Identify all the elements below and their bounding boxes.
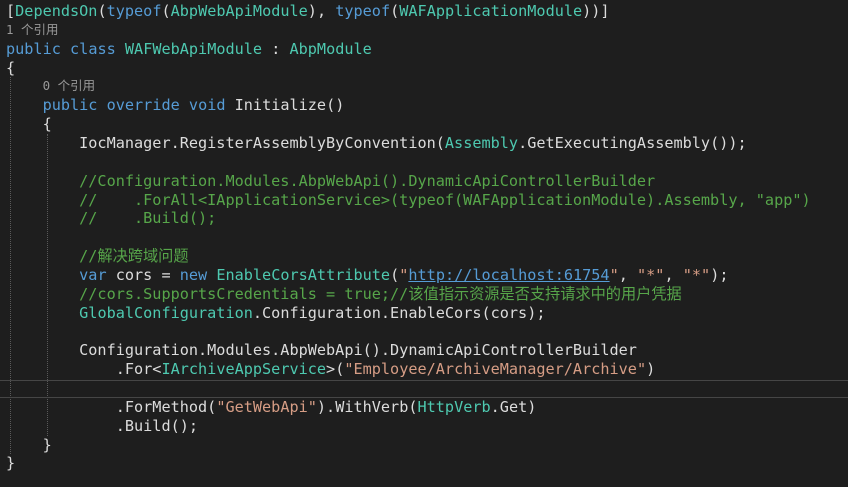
code-token-plain: .Build();: [6, 416, 199, 435]
code-token-type: HttpVerb: [417, 397, 491, 416]
code-token-plain: .For<: [6, 360, 162, 379]
code-line[interactable]: var cors = new EnableCorsAttribute( "http…: [6, 266, 728, 285]
code-line[interactable]: public override void Initialize(): [6, 96, 345, 115]
code-token-string: "GetWebApi": [216, 397, 317, 416]
code-token-plain: {: [6, 58, 16, 77]
code-token-keyword: typeof: [106, 2, 162, 20]
code-line[interactable]: }: [6, 454, 15, 473]
code-token-plain: (: [390, 2, 400, 20]
code-token-link[interactable]: http://localhost:61754: [408, 266, 609, 284]
code-token-type: EnableCorsAttribute: [216, 265, 391, 284]
code-token-type: WAFWebApiModule: [124, 39, 263, 58]
code-token-type: Assembly: [444, 133, 519, 152]
current-line-highlight: [0, 380, 848, 398]
code-token-plain: {: [6, 115, 52, 134]
code-line[interactable]: [DependsOn(typeof(AbpWebApiModule), type…: [6, 2, 610, 21]
code-line[interactable]: Configuration.Modules.AbpWebApi().Dynami…: [6, 341, 637, 360]
code-token-plain: ,: [618, 265, 638, 284]
code-token-plain: cors =: [106, 265, 180, 284]
code-token-comment: //cors.SupportsCredentials = true;//该值指示…: [6, 284, 682, 303]
code-token-plain: (: [390, 265, 400, 284]
code-line[interactable]: {: [6, 59, 15, 78]
code-token-string: "*": [637, 265, 665, 284]
code-token-plain: ),: [307, 2, 336, 20]
code-token-keyword: new: [179, 265, 208, 284]
code-token-comment: // .Build();: [6, 209, 217, 228]
code-line[interactable]: IocManager.RegisterAssemblyByConvention(…: [6, 134, 747, 153]
code-line[interactable]: GlobalConfiguration.Configuration.Enable…: [6, 303, 546, 323]
code-token-plain: IocManager.RegisterAssemblyByConvention(: [6, 133, 445, 152]
code-token-type: AbpWebApiModule: [170, 2, 308, 20]
codelens-reference-count[interactable]: 0 个引用: [43, 77, 96, 96]
code-token-type: AbpModule: [289, 39, 372, 58]
code-token-plain: ))]: [582, 2, 610, 20]
code-token-comment: //解决跨域问题: [6, 247, 189, 266]
code-token-string: "*": [682, 265, 711, 284]
code-token-type: DependsOn: [15, 2, 98, 20]
code-line[interactable]: .Build();: [6, 417, 198, 436]
code-token-keyword: override: [106, 96, 180, 115]
code-token-keyword: public: [6, 39, 61, 58]
code-token-plain: );: [710, 265, 729, 284]
code-line[interactable]: .ForMethod("GetWebApi").WithVerb(HttpVer…: [6, 397, 537, 417]
code-line[interactable]: // .ForAll<IApplicationService>(typeof(W…: [6, 191, 811, 210]
code-token-string: "Employee/ArchiveManager/Archive": [344, 360, 647, 379]
code-line[interactable]: public class WAFWebApiModule : AbpModule: [6, 40, 372, 59]
code-token-plain: .GetExecutingAssembly());: [518, 133, 747, 152]
code-editor[interactable]: [DependsOn(typeof(AbpWebApiModule), type…: [0, 0, 848, 487]
code-token-keyword: typeof: [335, 2, 391, 20]
code-token-keyword: public: [42, 96, 98, 115]
code-line[interactable]: //解决跨域问题: [6, 247, 189, 266]
code-token-plain: }: [6, 435, 52, 454]
code-token-plain: Initialize(): [225, 96, 345, 115]
code-line[interactable]: // .Build();: [6, 209, 216, 228]
code-token-comment: // .ForAll<IApplicationService>(typeof(W…: [6, 190, 811, 209]
code-token-plain: .Get): [490, 397, 537, 416]
code-token-plain: ).WithVerb(: [316, 397, 418, 416]
code-line[interactable]: }: [6, 436, 52, 455]
code-token-plain: (: [161, 2, 171, 20]
code-line[interactable]: {: [6, 115, 52, 134]
code-token-plain: }: [6, 454, 16, 473]
code-token-comment: //Configuration.Modules.AbpWebApi().Dyna…: [6, 171, 656, 190]
code-token-plain: ,: [664, 265, 683, 284]
code-line[interactable]: .For<IArchiveAppService>("Employee/Archi…: [6, 360, 656, 379]
code-token-plain: >(: [326, 360, 345, 379]
code-token-plain: .ForMethod(: [6, 397, 217, 416]
code-token-plain: ): [646, 360, 656, 379]
code-token-plain: (: [97, 2, 107, 20]
code-token-plain: [: [6, 2, 16, 20]
codelens-reference-count[interactable]: 1 个引用: [6, 21, 59, 40]
code-token-plain: .Configuration.EnableCors(cors);: [252, 303, 546, 322]
code-line[interactable]: //cors.SupportsCredentials = true;//该值指示…: [6, 285, 682, 304]
code-token-type: IArchiveAppService: [161, 360, 327, 379]
code-token-keyword: class: [70, 39, 116, 58]
code-token-string: ": [609, 265, 619, 284]
code-token-keyword: var: [79, 265, 107, 284]
code-token-plain: Configuration.Modules.AbpWebApi().Dynami…: [6, 341, 637, 360]
code-token-type: GlobalConfiguration: [79, 303, 253, 322]
code-token-type: WAFApplicationModule: [399, 2, 583, 20]
code-token-plain: :: [262, 39, 290, 58]
code-line[interactable]: //Configuration.Modules.AbpWebApi().Dyna…: [6, 172, 655, 191]
code-token-keyword: void: [188, 96, 226, 115]
